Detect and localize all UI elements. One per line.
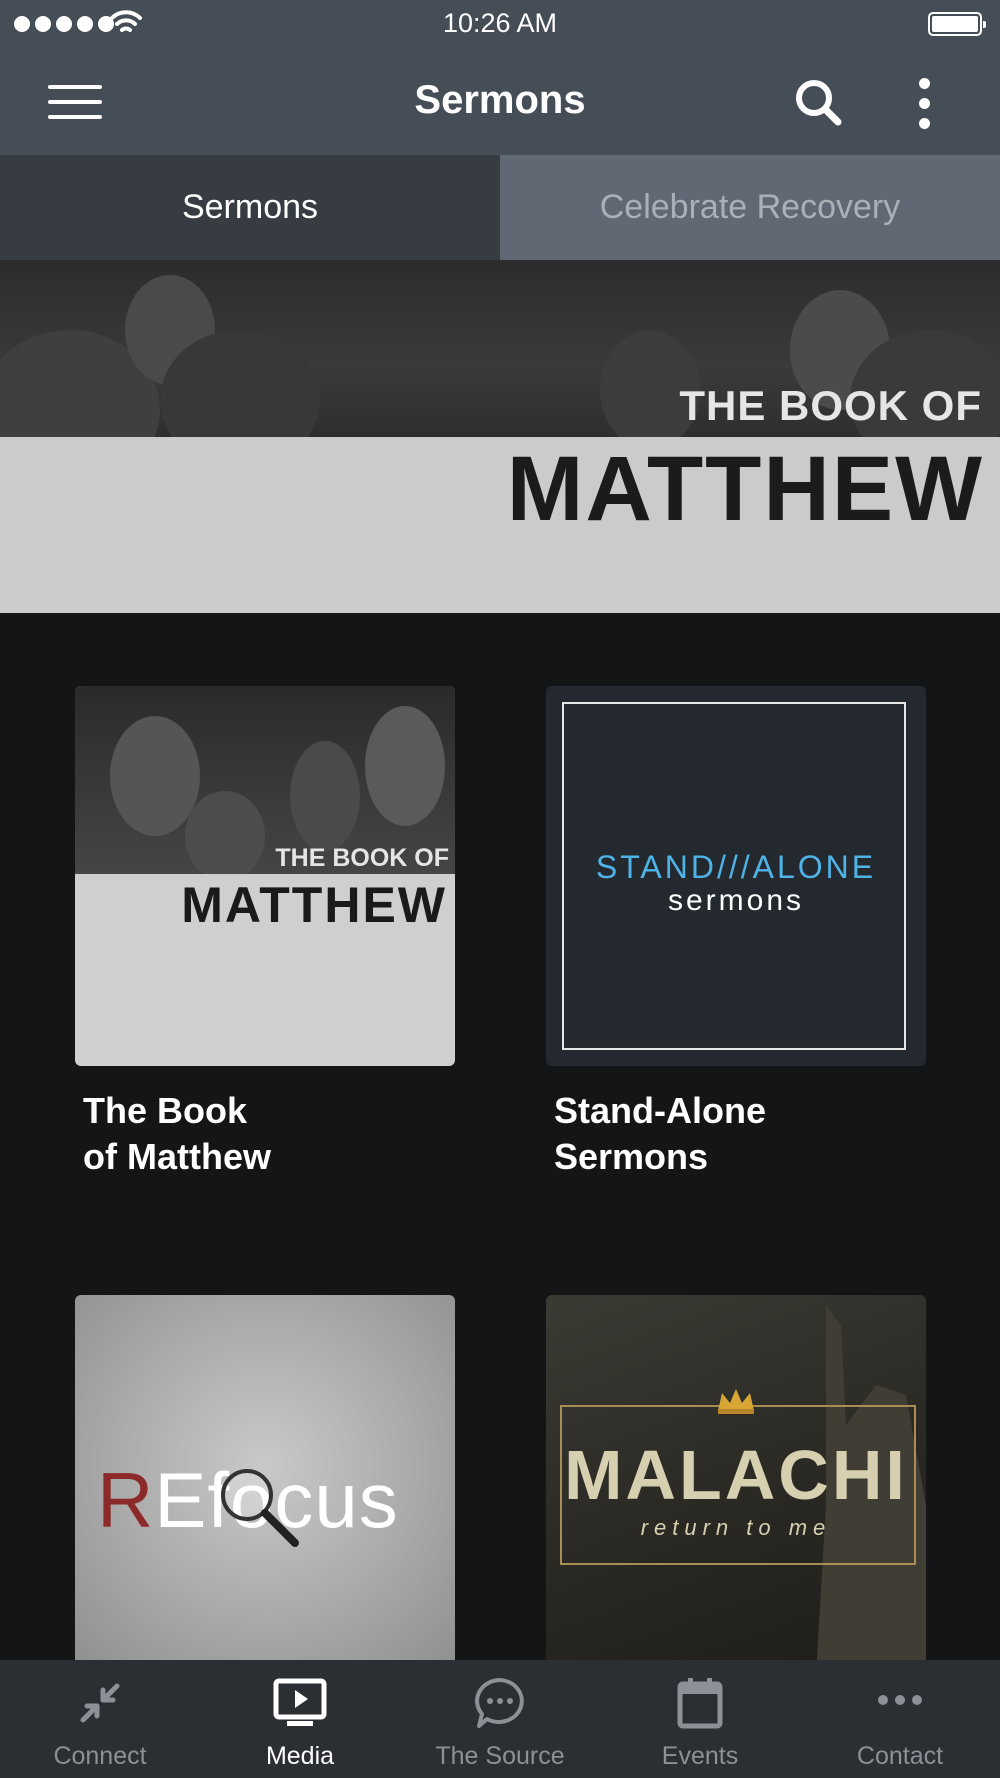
series-artwork: REfocus: [75, 1295, 455, 1675]
tab-sermons[interactable]: Sermons: [0, 155, 500, 260]
play-screen-icon: [273, 1678, 327, 1726]
tab-celebrate-recovery[interactable]: Celebrate Recovery: [500, 155, 1000, 260]
series-artwork: MALACHI return to me: [546, 1295, 926, 1675]
tab-the-source[interactable]: The Source: [400, 1660, 600, 1778]
series-title: The Book of Matthew: [83, 1090, 271, 1177]
navigation-bar: Sermons: [0, 50, 1000, 155]
artwork-title-line1: STAND///ALONE: [595, 849, 877, 885]
artwork-title-line1: THE BOOK OF: [275, 844, 449, 872]
artwork-title-line2: MATTHEW: [181, 877, 447, 933]
series-card-malachi[interactable]: MALACHI return to me: [546, 1295, 926, 1675]
tab-label: The Source: [435, 1742, 565, 1770]
artwork-title-line2: sermons: [667, 884, 805, 917]
calendar-icon: [677, 1678, 723, 1729]
tab-contact[interactable]: Contact: [800, 1660, 1000, 1778]
ellipsis-icon: [878, 1695, 922, 1705]
search-icon[interactable]: [792, 76, 844, 128]
series-title: Stand-Alone Sermons: [554, 1090, 766, 1177]
tab-label: Contact: [856, 1742, 944, 1770]
artwork-subtitle: return to me: [640, 1515, 832, 1540]
hero-title-line1: THE BOOK OF: [679, 382, 982, 429]
tab-label: Events: [661, 1742, 739, 1770]
page-title: Sermons: [414, 78, 586, 122]
tab-label: Connect: [53, 1742, 147, 1770]
status-bar: 10:26 AM: [0, 0, 1000, 50]
status-time: 10:26 AM: [442, 8, 558, 38]
bottom-tab-bar: Connect Media The Source Events Contact: [0, 1660, 1000, 1778]
hero-title-line2: MATTHEW: [506, 438, 984, 540]
series-card-stand-alone[interactable]: STAND///ALONE sermons Stand-Alone Sermon…: [546, 686, 926, 1180]
chat-bubble-icon: [475, 1678, 524, 1728]
series-artwork: STAND///ALONE sermons: [546, 686, 926, 1066]
series-card-matthew[interactable]: THE BOOK OF MATTHEW The Book of Matthew: [75, 686, 455, 1180]
segment-tabs: Sermons Celebrate Recovery: [0, 155, 1000, 260]
magnifying-glass-icon: [221, 1469, 299, 1547]
series-card-refocus[interactable]: REfocus: [75, 1295, 455, 1675]
crown-icon: [718, 1389, 754, 1414]
battery-icon: [928, 12, 986, 36]
tab-media[interactable]: Media: [200, 1660, 400, 1778]
artwork-title: MALACHI: [564, 1436, 908, 1514]
connect-arrows-icon: [80, 1683, 120, 1723]
tab-events[interactable]: Events: [600, 1660, 800, 1778]
tab-connect[interactable]: Connect: [0, 1660, 200, 1778]
tab-label: Media: [265, 1742, 335, 1770]
more-options-icon[interactable]: [910, 76, 940, 132]
series-artwork: THE BOOK OF MATTHEW: [75, 686, 455, 1066]
featured-series-banner[interactable]: THE BOOK OF MATTHEW: [0, 260, 1000, 613]
